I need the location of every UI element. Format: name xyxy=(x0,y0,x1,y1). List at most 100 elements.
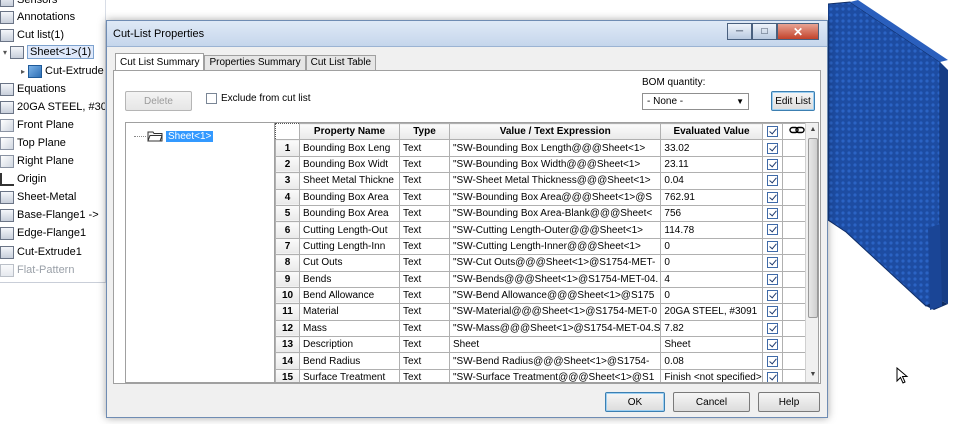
property-name-cell[interactable]: Bend Allowance xyxy=(299,286,400,305)
property-name-cell[interactable]: Bend Radius xyxy=(299,352,400,370)
row-number-cell[interactable]: 9 xyxy=(275,270,300,288)
row-number-cell[interactable]: 10 xyxy=(275,286,300,305)
tree-item[interactable]: Edge-Flange1 xyxy=(0,224,86,242)
include-checkbox-cell[interactable] xyxy=(761,254,783,272)
value-expression-cell[interactable]: "SW-Surface Treatment@@@Sheet<1>@S1 xyxy=(448,368,662,382)
include-checkbox-cell[interactable] xyxy=(761,204,783,223)
include-checkbox[interactable] xyxy=(766,142,778,154)
type-cell[interactable]: Text xyxy=(399,204,450,223)
tab-properties-summary[interactable]: Properties Summary xyxy=(204,55,306,71)
type-cell[interactable]: Text xyxy=(399,270,450,288)
scroll-up-icon[interactable]: ▲ xyxy=(806,123,818,137)
ok-button[interactable]: OK xyxy=(605,392,665,412)
row-number-cell[interactable]: 3 xyxy=(275,172,300,190)
include-checkbox-cell[interactable] xyxy=(761,319,783,338)
row-number-cell[interactable]: 2 xyxy=(275,155,300,174)
maximize-button[interactable]: □ xyxy=(752,23,777,40)
property-name-cell[interactable]: Bounding Box Widt xyxy=(299,155,400,174)
type-cell[interactable]: Text xyxy=(399,139,450,157)
include-checkbox-cell[interactable] xyxy=(761,172,783,190)
row-number-cell[interactable]: 12 xyxy=(275,319,300,338)
cancel-button[interactable]: Cancel xyxy=(673,392,750,412)
chevron-down-icon[interactable]: ▾ xyxy=(0,48,10,57)
table-row[interactable]: 4 Bounding Box Area Text "SW-Bounding Box A… xyxy=(275,188,813,206)
evaluated-value-cell[interactable]: Sheet xyxy=(660,336,763,354)
evaluated-value-cell[interactable]: 114.78 xyxy=(660,221,763,239)
row-number-cell[interactable]: 1 xyxy=(275,139,300,157)
table-row[interactable]: 2 Bounding Box Widt Text "SW-Bounding Box W… xyxy=(275,155,813,174)
tree-item[interactable]: ▾ Sheet<1>(1) xyxy=(0,43,95,61)
grid-vertical-scrollbar[interactable]: ▲ ▼ xyxy=(805,123,818,382)
column-header-type[interactable]: Type xyxy=(399,123,450,141)
table-row[interactable]: 7 Cutting Length-Inn Text "SW-Cutting Lengt… xyxy=(275,237,813,256)
tree-item[interactable]: Front Plane xyxy=(0,116,74,134)
include-checkbox[interactable] xyxy=(766,290,778,302)
include-checkbox-cell[interactable] xyxy=(761,303,783,321)
close-button[interactable]: ✕ xyxy=(777,23,819,40)
property-name-cell[interactable]: Bounding Box Area xyxy=(299,188,400,206)
value-expression-cell[interactable]: "SW-Sheet Metal Thickness@@@Sheet<1> xyxy=(448,172,662,190)
type-cell[interactable]: Text xyxy=(399,237,450,256)
table-row[interactable]: 3 Sheet Metal Thickne Text "SW-Sheet Metal … xyxy=(275,172,813,190)
property-name-cell[interactable]: Description xyxy=(299,336,400,354)
column-header-evaluated-value[interactable]: Evaluated Value xyxy=(660,123,763,141)
tree-item[interactable]: Cut list(1) xyxy=(0,26,64,44)
tree-item[interactable]: Origin xyxy=(0,170,46,188)
include-checkbox[interactable] xyxy=(766,240,778,252)
type-cell[interactable]: Text xyxy=(399,221,450,239)
table-row[interactable]: 14 Bend Radius Text "SW-Bend Radius@@@Sheet… xyxy=(275,352,813,370)
scroll-down-icon[interactable]: ▼ xyxy=(806,368,818,382)
column-header-value[interactable]: Value / Text Expression xyxy=(448,123,662,141)
property-name-cell[interactable]: Bends xyxy=(299,270,400,288)
evaluated-value-cell[interactable]: 756 xyxy=(660,204,763,223)
evaluated-value-cell[interactable]: 23.11 xyxy=(660,155,763,174)
table-row[interactable]: 5 Bounding Box Area Text "SW-Bounding Box A… xyxy=(275,204,813,223)
tree-item[interactable]: 20GA STEEL, #3091 xyxy=(0,98,105,116)
value-expression-cell[interactable]: "SW-Material@@@Sheet<1>@S1754-MET-0 xyxy=(448,303,662,321)
minimize-button[interactable]: ─ xyxy=(727,23,752,40)
property-name-cell[interactable]: Surface Treatment xyxy=(299,368,400,382)
include-checkbox[interactable] xyxy=(766,339,778,351)
type-cell[interactable]: Text xyxy=(399,303,450,321)
tab-cut-list-summary[interactable]: Cut List Summary xyxy=(115,53,205,71)
row-number-cell[interactable]: 5 xyxy=(275,204,300,223)
graphics-area[interactable] xyxy=(827,0,960,421)
tree-item[interactable]: Right Plane xyxy=(0,152,74,170)
tree-item[interactable]: Base-Flange1 -> xyxy=(0,206,99,224)
value-expression-cell[interactable]: "SW-Cutting Length-Inner@@@Sheet<1> xyxy=(448,237,662,256)
value-expression-cell[interactable]: "SW-Bend Allowance@@@Sheet<1>@S175 xyxy=(448,286,662,305)
include-checkbox-cell[interactable] xyxy=(761,270,783,288)
row-number-cell[interactable]: 4 xyxy=(275,188,300,206)
property-name-cell[interactable]: Cut Outs xyxy=(299,254,400,272)
include-checkbox-cell[interactable] xyxy=(761,336,783,354)
include-checkbox-cell[interactable] xyxy=(761,188,783,206)
include-checkbox[interactable] xyxy=(766,158,778,170)
include-checkbox-cell[interactable] xyxy=(761,237,783,256)
include-checkbox[interactable] xyxy=(766,322,778,334)
table-row[interactable]: 15 Surface Treatment Text "SW-Surface Treat… xyxy=(275,368,813,382)
include-checkbox[interactable] xyxy=(766,224,778,236)
include-checkbox[interactable] xyxy=(766,257,778,269)
evaluated-value-cell[interactable]: 0 xyxy=(660,254,763,272)
include-checkbox-cell[interactable] xyxy=(761,139,783,157)
value-expression-cell[interactable]: "SW-Bounding Box Area-Blank@@@Sheet< xyxy=(448,204,662,223)
table-row[interactable]: 12 Mass Text "SW-Mass@@@Sheet<1>@S1754-MET-… xyxy=(275,319,813,338)
evaluated-value-cell[interactable]: 762.91 xyxy=(660,188,763,206)
evaluated-value-cell[interactable]: 33.02 xyxy=(660,139,763,157)
row-number-cell[interactable]: 7 xyxy=(275,237,300,256)
table-row[interactable]: 13 Description Text Sheet Sheet xyxy=(275,336,813,354)
type-cell[interactable]: Text xyxy=(399,155,450,174)
row-number-cell[interactable]: 8 xyxy=(275,254,300,272)
help-button[interactable]: Help xyxy=(758,392,820,412)
property-name-cell[interactable]: Cutting Length-Out xyxy=(299,221,400,239)
edit-list-button[interactable]: Edit List xyxy=(771,91,815,111)
table-row[interactable]: 10 Bend Allowance Text "SW-Bend Allowance@@… xyxy=(275,286,813,305)
include-checkbox[interactable] xyxy=(766,306,778,318)
evaluated-value-cell[interactable]: 7.82 xyxy=(660,319,763,338)
dialog-titlebar[interactable]: Cut-List Properties ─ □ ✕ xyxy=(107,21,827,47)
include-checkbox[interactable] xyxy=(766,191,778,203)
value-expression-cell[interactable]: "SW-Bounding Box Length@@@Sheet<1> xyxy=(448,139,662,157)
value-expression-cell[interactable]: "SW-Cutting Length-Outer@@@Sheet<1> xyxy=(448,221,662,239)
value-expression-cell[interactable]: Sheet xyxy=(448,336,662,354)
include-checkbox-cell[interactable] xyxy=(761,368,783,382)
